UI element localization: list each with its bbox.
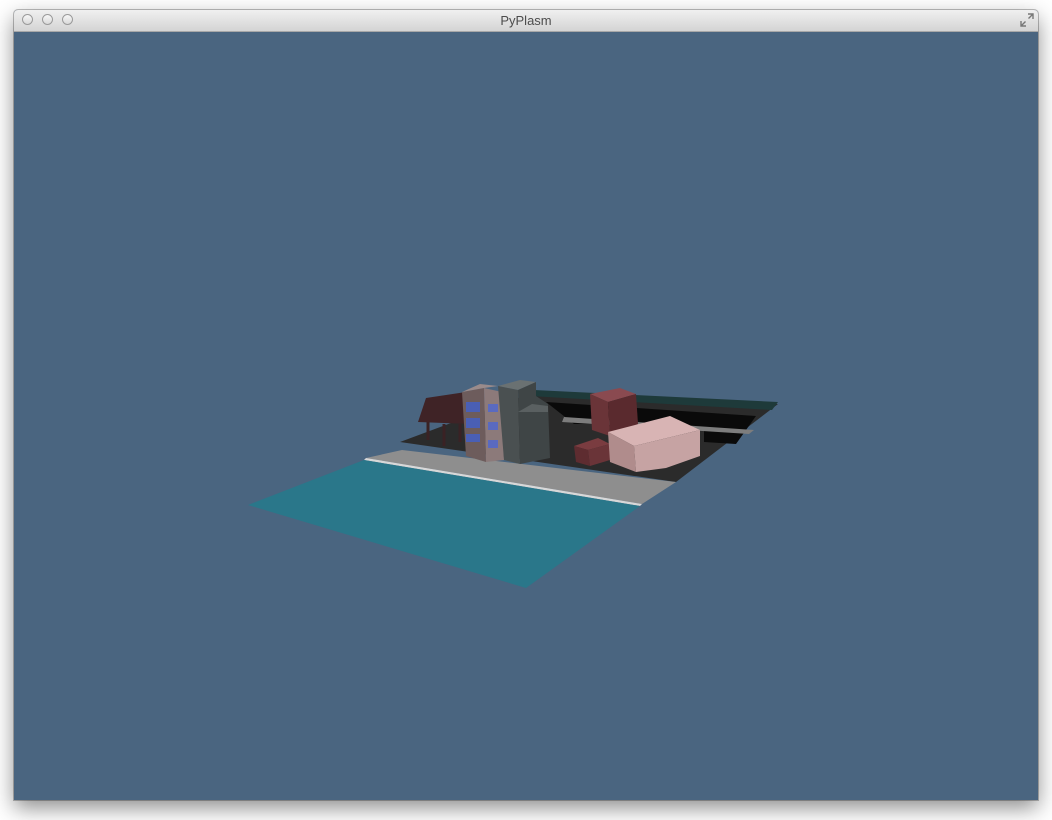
- fullscreen-icon[interactable]: [1020, 13, 1034, 27]
- window-panel: [466, 402, 480, 412]
- window-title: PyPlasm: [500, 13, 552, 28]
- window-panel: [488, 440, 498, 448]
- app-window: PyPlasm: [14, 10, 1038, 800]
- 3d-viewport[interactable]: [14, 32, 1038, 800]
- window-panel: [466, 434, 480, 442]
- title-bar[interactable]: PyPlasm: [14, 10, 1038, 32]
- scene-canvas[interactable]: [14, 32, 1038, 800]
- window-panel: [488, 404, 498, 412]
- window-panel: [466, 418, 480, 428]
- window-panel: [488, 422, 498, 430]
